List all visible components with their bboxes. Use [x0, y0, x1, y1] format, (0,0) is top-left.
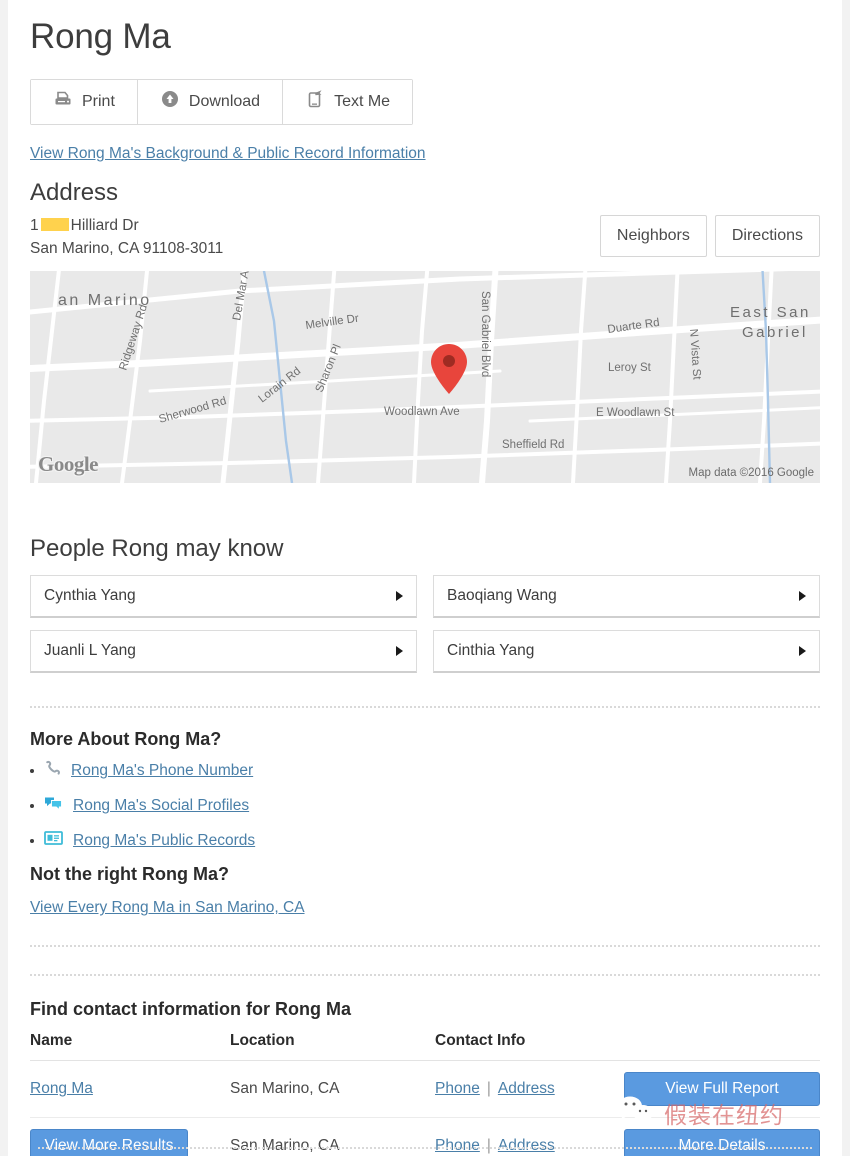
cell-location: San Marino, CA [230, 1117, 435, 1156]
address-street-name: Hilliard Dr [70, 217, 139, 235]
list-item: Rong Ma's Public Records [30, 830, 820, 851]
view-full-report-button[interactable]: View Full Report [624, 1072, 820, 1107]
cell-name: View More Results [30, 1117, 230, 1156]
cell-action: More Details [613, 1117, 820, 1156]
phone-link[interactable]: Phone [435, 1080, 480, 1097]
person-name: Juanli L Yang [44, 642, 136, 660]
cell-location: San Marino, CA [230, 1060, 435, 1119]
address-section-title: Address [30, 178, 119, 206]
find-contact-title: Find contact information for Rong Ma [30, 999, 351, 1020]
social-profiles-link[interactable]: Rong Ma's Social Profiles [73, 797, 249, 815]
address-actions: Neighbors Directions [599, 215, 820, 258]
person-name-link[interactable]: Rong Ma [30, 1080, 93, 1097]
svg-text:Leroy St: Leroy St [608, 362, 652, 374]
column-header-location: Location [230, 1032, 435, 1062]
list-item: Rong Ma's Phone Number [30, 760, 820, 782]
download-button[interactable]: Download [137, 79, 284, 124]
person-card[interactable]: Cynthia Yang [30, 575, 417, 619]
view-every-person-link[interactable]: View Every Rong Ma in San Marino, CA [30, 899, 305, 917]
phone-link[interactable]: Phone [435, 1137, 480, 1154]
printer-icon [53, 90, 73, 114]
address-redaction-block [40, 218, 69, 232]
download-icon [160, 89, 180, 114]
chevron-right-icon [799, 646, 806, 657]
text-me-button[interactable]: Text Me [283, 79, 413, 124]
people-may-know-title: People Rong may know [30, 535, 284, 563]
view-more-results-button[interactable]: View More Results [30, 1129, 188, 1156]
svg-text:Sheffield Rd: Sheffield Rd [502, 439, 564, 451]
download-label: Download [188, 92, 261, 110]
address-link[interactable]: Address [498, 1137, 555, 1154]
people-may-know-grid: Cynthia Yang Baoqiang Wang Juanli L Yang… [30, 575, 820, 674]
divider [30, 706, 820, 709]
page-title: Rong Ma [30, 17, 171, 56]
column-header-contact-info: Contact Info [435, 1032, 613, 1062]
address-street-line: 1 Hilliard Dr [30, 215, 223, 237]
svg-text:E Woodlawn St: E Woodlawn St [596, 407, 675, 419]
person-profile-page: Rong Ma Print Download Text Me View Rong… [0, 0, 850, 1156]
phone-icon [44, 760, 61, 782]
person-name: Baoqiang Wang [447, 587, 557, 605]
person-card[interactable]: Baoqiang Wang [433, 575, 820, 619]
chevron-right-icon [799, 591, 806, 602]
address-city-line: San Marino, CA 91108-3011 [30, 239, 224, 257]
separator: | [486, 1080, 491, 1098]
text-message-phone-icon [305, 89, 325, 114]
social-profiles-icon [44, 795, 63, 817]
neighbors-button[interactable]: Neighbors [599, 215, 707, 258]
chevron-right-icon [396, 591, 403, 602]
action-toolbar: Print Download Text Me [30, 78, 414, 125]
table-row: Rong Ma San Marino, CA Phone | Address Vie… [30, 1060, 820, 1119]
person-card[interactable]: Juanli L Yang [30, 630, 417, 674]
more-about-list: Rong Ma's Phone Number Rong Ma's Social … [30, 760, 820, 851]
person-card[interactable]: Cinthia Yang [433, 630, 820, 674]
print-label: Print [82, 92, 115, 110]
background-record-link[interactable]: View Rong Ma's Background & Public Recor… [30, 145, 426, 163]
address-row: 1 Hilliard Dr San Marino, CA 91108-3011 N… [30, 215, 820, 260]
cell-contact-info: Phone | Address [435, 1117, 613, 1156]
cell-action: View Full Report [613, 1060, 820, 1119]
svg-text:East San: East San [730, 304, 811, 321]
separator: | [486, 1137, 491, 1155]
table-row: View More Results San Marino, CA Phone | A… [30, 1117, 820, 1156]
person-name: Cynthia Yang [44, 587, 136, 605]
directions-button[interactable]: Directions [714, 215, 820, 258]
address-link[interactable]: Address [498, 1080, 555, 1097]
svg-text:San Gabriel Blvd: San Gabriel Blvd [479, 291, 491, 377]
cell-name: Rong Ma [30, 1060, 230, 1119]
cell-contact-info: Phone | Address [435, 1060, 613, 1119]
contacts-table: Name Location Contact Info Rong Ma San M… [30, 1032, 820, 1156]
svg-text:Woodlawn Ave: Woodlawn Ave [384, 406, 460, 418]
map-attribution: Map data ©2016 Google [688, 467, 814, 480]
address-text: 1 Hilliard Dr San Marino, CA 91108-3011 [30, 215, 223, 260]
phone-number-link[interactable]: Rong Ma's Phone Number [71, 762, 253, 780]
person-name: Cinthia Yang [447, 642, 535, 660]
divider [30, 945, 820, 948]
print-button[interactable]: Print [31, 79, 138, 124]
divider [38, 1147, 812, 1150]
column-header-name: Name [30, 1032, 230, 1062]
address-street-number: 1 [30, 217, 39, 235]
more-about-title: More About Rong Ma? [30, 729, 222, 750]
not-right-person-title: Not the right Rong Ma? [30, 864, 229, 885]
chevron-right-icon [396, 646, 403, 657]
public-records-link[interactable]: Rong Ma's Public Records [73, 832, 255, 850]
more-details-button[interactable]: More Details [624, 1129, 820, 1156]
divider [30, 974, 820, 977]
list-item: Rong Ma's Social Profiles [30, 795, 820, 817]
table-header-row: Name Location Contact Info [30, 1032, 820, 1062]
column-header-action [613, 1032, 820, 1062]
google-logo: Google [38, 452, 99, 477]
text-me-label: Text Me [334, 92, 391, 110]
location-map[interactable]: an Marino East San Gabriel Ridgeway Rd D… [30, 271, 820, 484]
public-records-icon [44, 830, 63, 851]
svg-text:Gabriel: Gabriel [742, 324, 808, 341]
